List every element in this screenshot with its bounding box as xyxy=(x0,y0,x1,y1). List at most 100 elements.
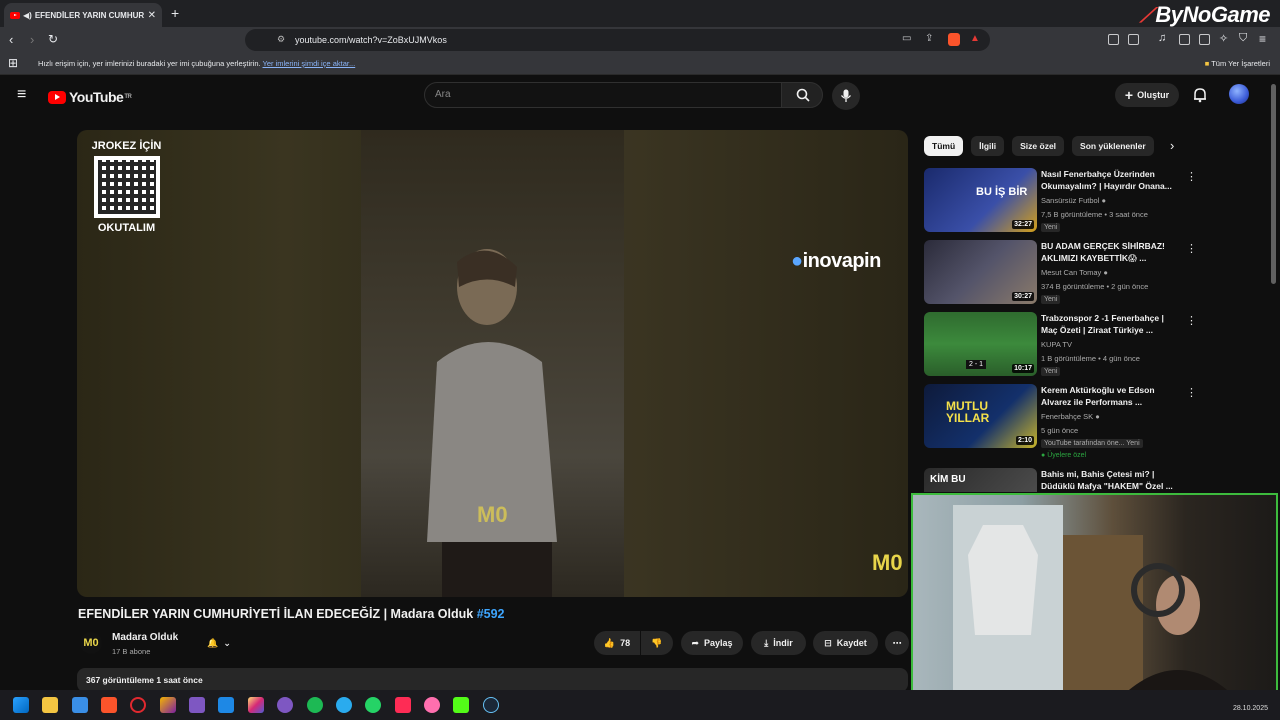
account-avatar[interactable] xyxy=(1229,84,1249,104)
steam-icon[interactable] xyxy=(483,697,499,713)
extensions-icon[interactable] xyxy=(1108,34,1119,45)
apps-grid-icon[interactable]: ⊞ xyxy=(8,56,18,70)
audio-playing-icon[interactable]: ◀) xyxy=(23,11,32,20)
recommendation-item[interactable]: 30:27 BU ADAM GERÇEK SİHİRBAZ! AKLIMIZI … xyxy=(924,240,1197,306)
ai-icon[interactable]: ✧ xyxy=(1219,32,1228,45)
recommendation-channel: Sansürsüz Futbol ● xyxy=(1041,196,1106,205)
tiktok-icon[interactable] xyxy=(395,697,411,713)
vscode-icon[interactable] xyxy=(218,697,234,713)
pen-icon[interactable] xyxy=(277,697,293,713)
dislike-button[interactable]: 👎 xyxy=(641,631,673,655)
file-explorer-icon[interactable] xyxy=(42,697,58,713)
page-scrollbar[interactable] xyxy=(1271,84,1276,284)
recommendation-thumbnail[interactable]: 30:27 xyxy=(924,240,1037,304)
brave-rewards-icon[interactable]: ▲ xyxy=(970,33,980,44)
search-input[interactable] xyxy=(435,89,755,100)
url-bar[interactable]: ⚙ youtube.com/watch?v=ZoBxUJMVkos ▭ ⇪ ▲ xyxy=(245,29,990,51)
forward-icon[interactable]: › xyxy=(30,32,34,47)
chip-all[interactable]: Tümü xyxy=(924,136,964,156)
browser-tab[interactable]: ◀) EFENDİLER YARIN CUMHURİY ✕ xyxy=(4,3,162,27)
recommendation-channel: Mesut Can Tomay ● xyxy=(1041,268,1108,277)
more-options-icon[interactable]: ⋮ xyxy=(1186,242,1197,255)
media-icon[interactable]: ♫ xyxy=(1158,32,1166,44)
reload-icon[interactable]: ↻ xyxy=(48,32,58,46)
chip-related[interactable]: İlgili xyxy=(971,136,1005,156)
like-button[interactable]: 👍 78 xyxy=(594,631,640,655)
chip-recent[interactable]: Son yüklenenler xyxy=(1072,136,1154,156)
all-bookmarks[interactable]: ■ Tüm Yer İşaretleri xyxy=(1205,59,1270,68)
figma-icon[interactable] xyxy=(160,697,176,713)
vpn-icon[interactable]: ⛉ xyxy=(1239,32,1247,45)
recommendation-title: Bahis mi, Bahis Çetesi mi? | Düdüklü Maf… xyxy=(1041,469,1173,491)
download-button[interactable]: ⤓ İndir xyxy=(751,631,806,655)
share-button[interactable]: ➦ Paylaş xyxy=(681,631,743,655)
chevron-right-icon[interactable]: › xyxy=(1170,138,1174,153)
recommendation-thumbnail[interactable]: BU İŞ BİR 32:27 xyxy=(924,168,1037,232)
windows-taskbar: 28.10.2025 xyxy=(0,690,1280,720)
more-actions-button[interactable]: ⋯ xyxy=(885,631,909,655)
more-options-icon[interactable]: ⋮ xyxy=(1186,314,1197,327)
recommendation-channel: KUPA TV xyxy=(1041,340,1072,349)
new-badge: Yeni xyxy=(1041,367,1061,376)
recommendation-title: BU ADAM GERÇEK SİHİRBAZ! AKLIMIZI KAYBET… xyxy=(1041,241,1165,263)
opera-icon[interactable] xyxy=(130,697,146,713)
sidebar-icon[interactable] xyxy=(1179,34,1190,45)
recommendation-item[interactable]: 2 - 1 10:17 Trabzonspor 2 -1 Fenerbahçe … xyxy=(924,312,1197,378)
cast-icon[interactable]: ▭ xyxy=(902,33,911,44)
menu-icon[interactable]: ≡ xyxy=(1259,32,1266,46)
brave-shields-icon[interactable] xyxy=(948,33,960,46)
more-options-icon[interactable]: ⋮ xyxy=(1186,386,1197,399)
search-icon xyxy=(796,88,810,102)
channel-label: Fenerbahçe SK xyxy=(1041,412,1094,421)
chip-for-you[interactable]: Size özel xyxy=(1012,136,1065,156)
close-tab-icon[interactable]: ✕ xyxy=(148,10,156,21)
recommendation-thumbnail[interactable]: MUTLU YILLAR 2:10 xyxy=(924,384,1037,448)
brave-icon[interactable] xyxy=(101,697,117,713)
channel-avatar[interactable]: M0 xyxy=(80,632,102,654)
video-hashtag[interactable]: #592 xyxy=(477,607,505,621)
search-button[interactable] xyxy=(781,82,823,108)
recommendation-thumbnail[interactable]: KİM BU xyxy=(924,468,1037,492)
import-bookmarks-link[interactable]: Yer imlerini şimdi içe aktar... xyxy=(263,59,356,68)
site-info-icon[interactable]: ⚙ xyxy=(277,34,285,45)
kick-icon[interactable] xyxy=(453,697,469,713)
start-icon[interactable] xyxy=(13,697,29,713)
channel-name[interactable]: Madara Olduk xyxy=(112,632,178,643)
voice-search-button[interactable] xyxy=(832,82,860,110)
back-icon[interactable]: ‹ xyxy=(9,32,13,47)
save-button[interactable]: ⊟ Kaydet xyxy=(813,631,878,655)
music-icon[interactable] xyxy=(424,697,440,713)
tab-title: EFENDİLER YARIN CUMHURİY xyxy=(34,10,144,20)
recommendation-thumbnail[interactable]: 2 - 1 10:17 xyxy=(924,312,1037,376)
spotify-icon[interactable] xyxy=(307,697,323,713)
hamburger-menu-icon[interactable]: ≡ xyxy=(17,86,26,104)
youtube-logo[interactable]: YouTube TR xyxy=(48,89,132,105)
recommendation-item[interactable]: MUTLU YILLAR 2:10 Kerem Aktürkoğlu ve Ed… xyxy=(924,384,1197,459)
new-tab-button[interactable]: + xyxy=(171,5,179,21)
recommendation-item[interactable]: BU İŞ BİR 32:27 Nasıl Fenerbahçe Üzerind… xyxy=(924,168,1197,234)
telegram-icon[interactable] xyxy=(336,697,352,713)
video-person xyxy=(427,249,557,597)
all-bookmarks-label: Tüm Yer İşaretleri xyxy=(1211,59,1270,68)
sponsor-pin-icon: ● xyxy=(791,250,803,272)
share-icon[interactable]: ⇪ xyxy=(925,33,933,44)
visual-studio-icon[interactable] xyxy=(189,697,205,713)
instagram-icon[interactable] xyxy=(248,697,264,713)
notifications-bell-icon[interactable] xyxy=(1193,87,1207,103)
recommendation-meta: 374 B görüntüleme • 2 gün önce xyxy=(1041,282,1149,291)
create-button[interactable]: + Oluştur xyxy=(1115,83,1179,107)
whatsapp-icon[interactable] xyxy=(365,697,381,713)
subscription-bell-button[interactable]: 🔔 ⌄ xyxy=(193,631,245,655)
recommendation-item[interactable]: KİM BU Bahis mi, Bahis Çetesi mi? | Düdü… xyxy=(924,468,1174,492)
more-options-icon[interactable]: ⋮ xyxy=(1186,170,1197,183)
store-icon[interactable] xyxy=(72,697,88,713)
wallet-icon[interactable] xyxy=(1199,34,1210,45)
download-icon: ⤓ xyxy=(764,637,769,648)
youtube-favicon-icon xyxy=(10,11,20,19)
plus-icon: + xyxy=(1124,87,1134,103)
screenshot-icon[interactable] xyxy=(1128,34,1139,45)
video-title-text: EFENDİLER YARIN CUMHURİYETİ İLAN EDECEĞİ… xyxy=(78,607,474,621)
description-box[interactable]: 367 görüntüleme 1 saat önce xyxy=(77,668,908,692)
video-player[interactable]: JROKEZ İÇİN OKUTALIM ●inovapin M0 M0 xyxy=(77,130,908,597)
recommendation-meta: 5 gün önce xyxy=(1041,426,1079,435)
